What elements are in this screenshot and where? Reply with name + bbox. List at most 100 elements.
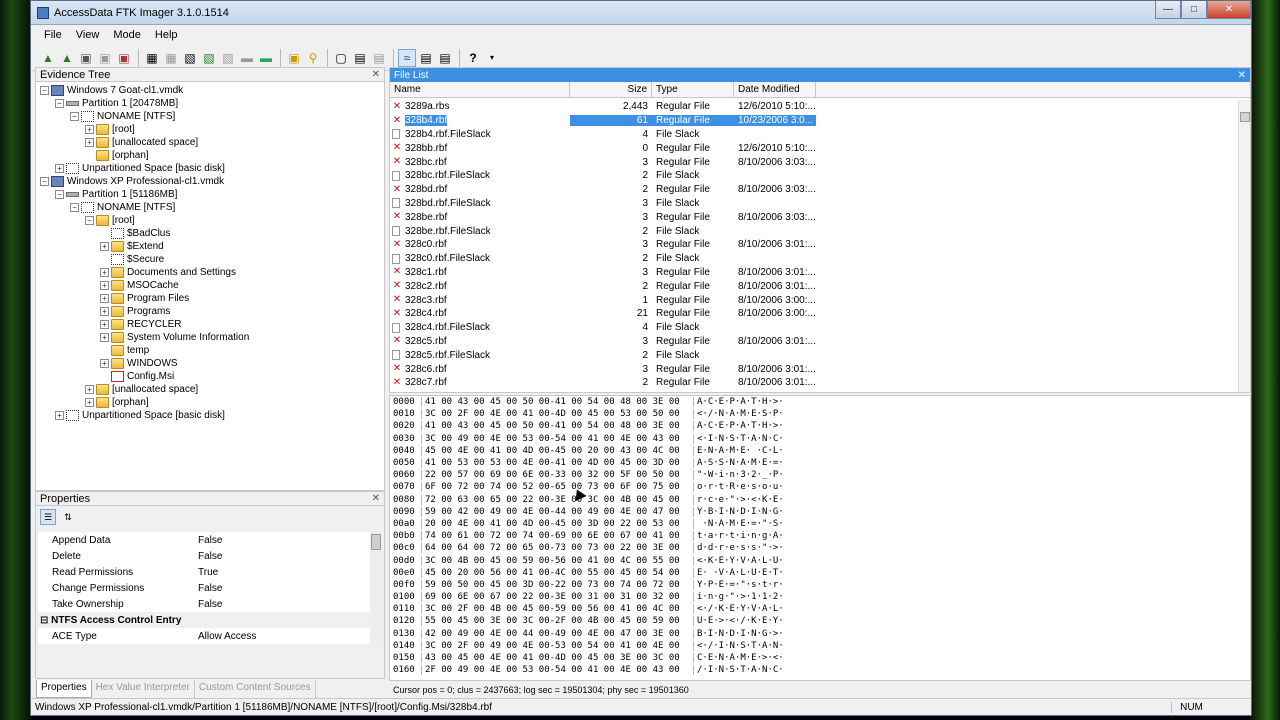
file-row[interactable]: ✕ 328be.rbf 3 Regular File 8/10/2006 3:03:..… xyxy=(390,210,1240,224)
scrollbar-thumb[interactable] xyxy=(1240,112,1250,122)
tree-node[interactable]: + WINDOWS xyxy=(36,357,384,370)
collapse-icon[interactable]: ⊟ xyxy=(40,615,51,626)
file-row[interactable]: 328bc.rbf.FileSlack 2 File Slack xyxy=(390,169,1240,183)
decrypt-ad1-icon[interactable]: ▬ xyxy=(238,49,256,67)
collapse-icon[interactable]: − xyxy=(70,203,79,212)
menu-view[interactable]: View xyxy=(69,29,107,41)
collapse-icon[interactable]: − xyxy=(55,99,64,108)
add-evidence-icon[interactable]: ▲ xyxy=(39,49,57,67)
expand-icon[interactable]: + xyxy=(55,164,64,173)
file-row[interactable]: ✕ 328c6.rbf 3 Regular File 8/10/2006 3:01:..… xyxy=(390,362,1240,376)
expand-icon[interactable]: + xyxy=(85,398,94,407)
column-size[interactable]: Size xyxy=(570,82,652,97)
menu-file[interactable]: File xyxy=(37,29,69,41)
file-row[interactable]: ✕ 328c2.rbf 2 Regular File 8/10/2006 3:01:..… xyxy=(390,279,1240,293)
expand-icon[interactable]: + xyxy=(100,268,109,277)
file-row[interactable]: ✕ 328c1.rbf 3 Regular File 8/10/2006 3:01:..… xyxy=(390,266,1240,280)
tree-node[interactable]: − Windows XP Professional-cl1.vmdk xyxy=(36,175,384,188)
menu-mode[interactable]: Mode xyxy=(106,29,148,41)
help-icon[interactable]: ? xyxy=(464,49,482,67)
tree-node[interactable]: [orphan] xyxy=(36,149,384,162)
column-type[interactable]: Type xyxy=(652,82,734,97)
file-row[interactable]: 328c5.rbf.FileSlack 2 File Slack xyxy=(390,348,1240,362)
file-row[interactable]: ✕ 328c0.rbf 3 Regular File 8/10/2006 3:01:..… xyxy=(390,238,1240,252)
export-files-icon[interactable]: ▢ xyxy=(332,49,350,67)
file-row[interactable]: ✕ 328c5.rbf 3 Regular File 8/10/2006 3:01:..… xyxy=(390,335,1240,349)
tree-node[interactable]: − Partition 1 [51186MB] xyxy=(36,188,384,201)
close-icon[interactable]: ✕ xyxy=(1238,70,1246,81)
tree-node[interactable]: + MSOCache xyxy=(36,279,384,292)
property-row[interactable]: Read Permissions True xyxy=(38,564,372,580)
tree-node[interactable]: + Unpartitioned Space [basic disk] xyxy=(36,409,384,422)
tree-node[interactable]: − Partition 1 [20478MB] xyxy=(36,97,384,110)
export-directory-listing-icon[interactable]: ▤ xyxy=(370,49,388,67)
tree-node[interactable]: − Windows 7 Goat-cl1.vmdk xyxy=(36,84,384,97)
collapse-icon[interactable]: − xyxy=(40,86,49,95)
collapse-icon[interactable]: − xyxy=(40,177,49,186)
property-row[interactable]: Take Ownership False xyxy=(38,596,372,612)
obtain-protected-files-icon[interactable]: ⚲ xyxy=(304,49,322,67)
tree-node[interactable]: + Program Files xyxy=(36,292,384,305)
file-row[interactable]: ✕ 3289a.rbs 2,443 Regular File 12/6/2010 5:1… xyxy=(390,100,1240,114)
tab-custom-content-sources[interactable]: Custom Content Sources xyxy=(195,680,316,698)
remove-evidence-icon[interactable]: ▣ xyxy=(96,49,114,67)
file-row[interactable]: 328be.rbf.FileSlack 2 File Slack xyxy=(390,224,1240,238)
create-disk-image-icon[interactable]: ▦ xyxy=(143,49,161,67)
file-row[interactable]: ✕ 328bd.rbf 2 Regular File 8/10/2006 3:03:..… xyxy=(390,183,1240,197)
tree-node[interactable]: Config.Msi xyxy=(36,370,384,383)
tree-node[interactable]: − NONAME [NTFS] xyxy=(36,201,384,214)
export-file-hash-list-icon[interactable]: ▤ xyxy=(351,49,369,67)
file-row[interactable]: ✕ 328b4.rbf 61 Regular File 10/23/2006 3:0..… xyxy=(390,114,1240,128)
tree-node[interactable]: + System Volume Information xyxy=(36,331,384,344)
tree-node[interactable]: $BadClus xyxy=(36,227,384,240)
file-row[interactable]: 328c0.rbf.FileSlack 2 File Slack xyxy=(390,252,1240,266)
file-row[interactable]: 328c4.rbf.FileSlack 4 File Slack xyxy=(390,321,1240,335)
property-row[interactable]: Append Data False xyxy=(38,532,372,548)
create-custom-content-icon[interactable]: ▧ xyxy=(219,49,237,67)
hex-viewer[interactable]: 0000 41 00 43 00 45 00 50 00-41 00 54 00 … xyxy=(389,395,1251,681)
tree-node[interactable]: temp xyxy=(36,344,384,357)
tree-node[interactable]: + [root] xyxy=(36,123,384,136)
file-row[interactable]: ✕ 328bc.rbf 3 Regular File 8/10/2006 3:03:..… xyxy=(390,155,1240,169)
close-button[interactable]: ✕ xyxy=(1207,0,1251,19)
expand-icon[interactable]: + xyxy=(100,242,109,251)
property-row[interactable]: ACE Type Allow Access xyxy=(38,628,372,644)
toolbar-options-icon[interactable]: ▾ xyxy=(483,49,501,67)
expand-icon[interactable]: + xyxy=(100,320,109,329)
expand-icon[interactable]: + xyxy=(100,333,109,342)
file-list-scrollbar[interactable] xyxy=(1238,100,1250,392)
close-icon[interactable]: ✕ xyxy=(372,493,380,504)
property-category[interactable]: ⊟ NTFS Access Control Entry xyxy=(38,612,372,628)
file-row[interactable]: 328bd.rbf.FileSlack 3 File Slack xyxy=(390,197,1240,211)
verify-drive-icon[interactable]: ▬ xyxy=(257,49,275,67)
column-date-modified[interactable]: Date Modified xyxy=(734,82,816,97)
tab-hex-value-interpreter[interactable]: Hex Value Interpreter xyxy=(92,680,195,698)
tree-node[interactable]: − [root] xyxy=(36,214,384,227)
export-logical-image-icon[interactable]: ▧ xyxy=(181,49,199,67)
property-row[interactable]: Delete False xyxy=(38,548,372,564)
tree-node[interactable]: + Documents and Settings xyxy=(36,266,384,279)
minimize-button[interactable]: — xyxy=(1155,0,1181,19)
image-mounting-icon[interactable]: ▣ xyxy=(77,49,95,67)
file-row[interactable]: 328b4.rbf.FileSlack 4 File Slack xyxy=(390,128,1240,142)
file-row[interactable]: ✕ 328c3.rbf 1 Regular File 8/10/2006 3:00:..… xyxy=(390,293,1240,307)
menu-help[interactable]: Help xyxy=(148,29,185,41)
tree-node[interactable]: + $Extend xyxy=(36,240,384,253)
expand-icon[interactable]: + xyxy=(100,307,109,316)
tree-node[interactable]: + [orphan] xyxy=(36,396,384,409)
property-row[interactable]: Change Permissions False xyxy=(38,580,372,596)
properties-scrollbar[interactable] xyxy=(370,532,382,644)
close-icon[interactable]: ✕ xyxy=(372,69,380,80)
tree-node[interactable]: $Secure xyxy=(36,253,384,266)
automatic-view-icon[interactable]: ≈ xyxy=(398,48,416,67)
collapse-icon[interactable]: − xyxy=(85,216,94,225)
sort-alphabetical-icon[interactable]: ⇅ xyxy=(60,509,76,525)
collapse-icon[interactable]: − xyxy=(55,190,64,199)
collapse-icon[interactable]: − xyxy=(70,112,79,121)
export-disk-image-icon[interactable]: ▦ xyxy=(162,49,180,67)
file-row[interactable]: ✕ 328c4.rbf 21 Regular File 8/10/2006 3:00:.… xyxy=(390,307,1240,321)
remove-all-evidence-icon[interactable]: ▣ xyxy=(115,49,133,67)
column-name[interactable]: Name xyxy=(390,82,570,97)
file-row[interactable]: ✕ 328c7.rbf 2 Regular File 8/10/2006 3:01:..… xyxy=(390,376,1240,390)
expand-icon[interactable]: + xyxy=(85,385,94,394)
